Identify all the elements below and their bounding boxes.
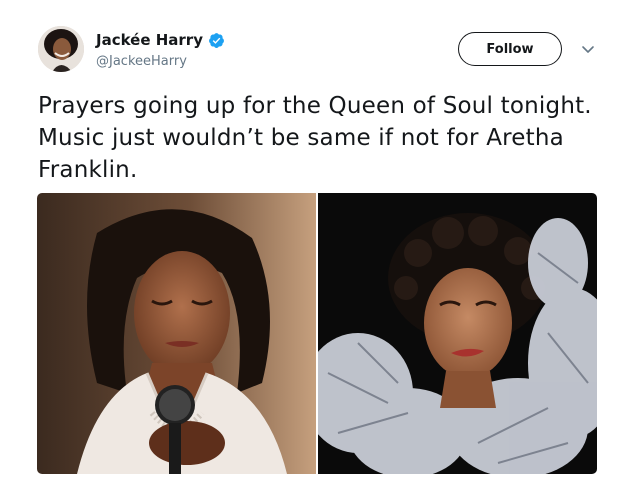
tweet-text: Prayers going up for the Queen of Soul t… bbox=[38, 93, 592, 183]
verified-badge-icon bbox=[208, 32, 225, 49]
photo-right[interactable] bbox=[318, 193, 597, 474]
follow-button[interactable]: Follow bbox=[458, 32, 562, 66]
avatar-photo bbox=[38, 26, 84, 72]
wax-figure-image bbox=[37, 193, 316, 474]
photo-left[interactable] bbox=[37, 193, 316, 474]
chevron-down-icon[interactable] bbox=[580, 42, 596, 56]
author-name-row[interactable]: Jackée Harry bbox=[96, 30, 225, 50]
feather-boa-image bbox=[318, 193, 597, 474]
handle[interactable]: @JackeeHarry bbox=[96, 54, 187, 69]
tweet-media[interactable] bbox=[37, 193, 597, 474]
avatar[interactable] bbox=[38, 26, 84, 72]
display-name[interactable]: Jackée Harry bbox=[96, 31, 203, 49]
